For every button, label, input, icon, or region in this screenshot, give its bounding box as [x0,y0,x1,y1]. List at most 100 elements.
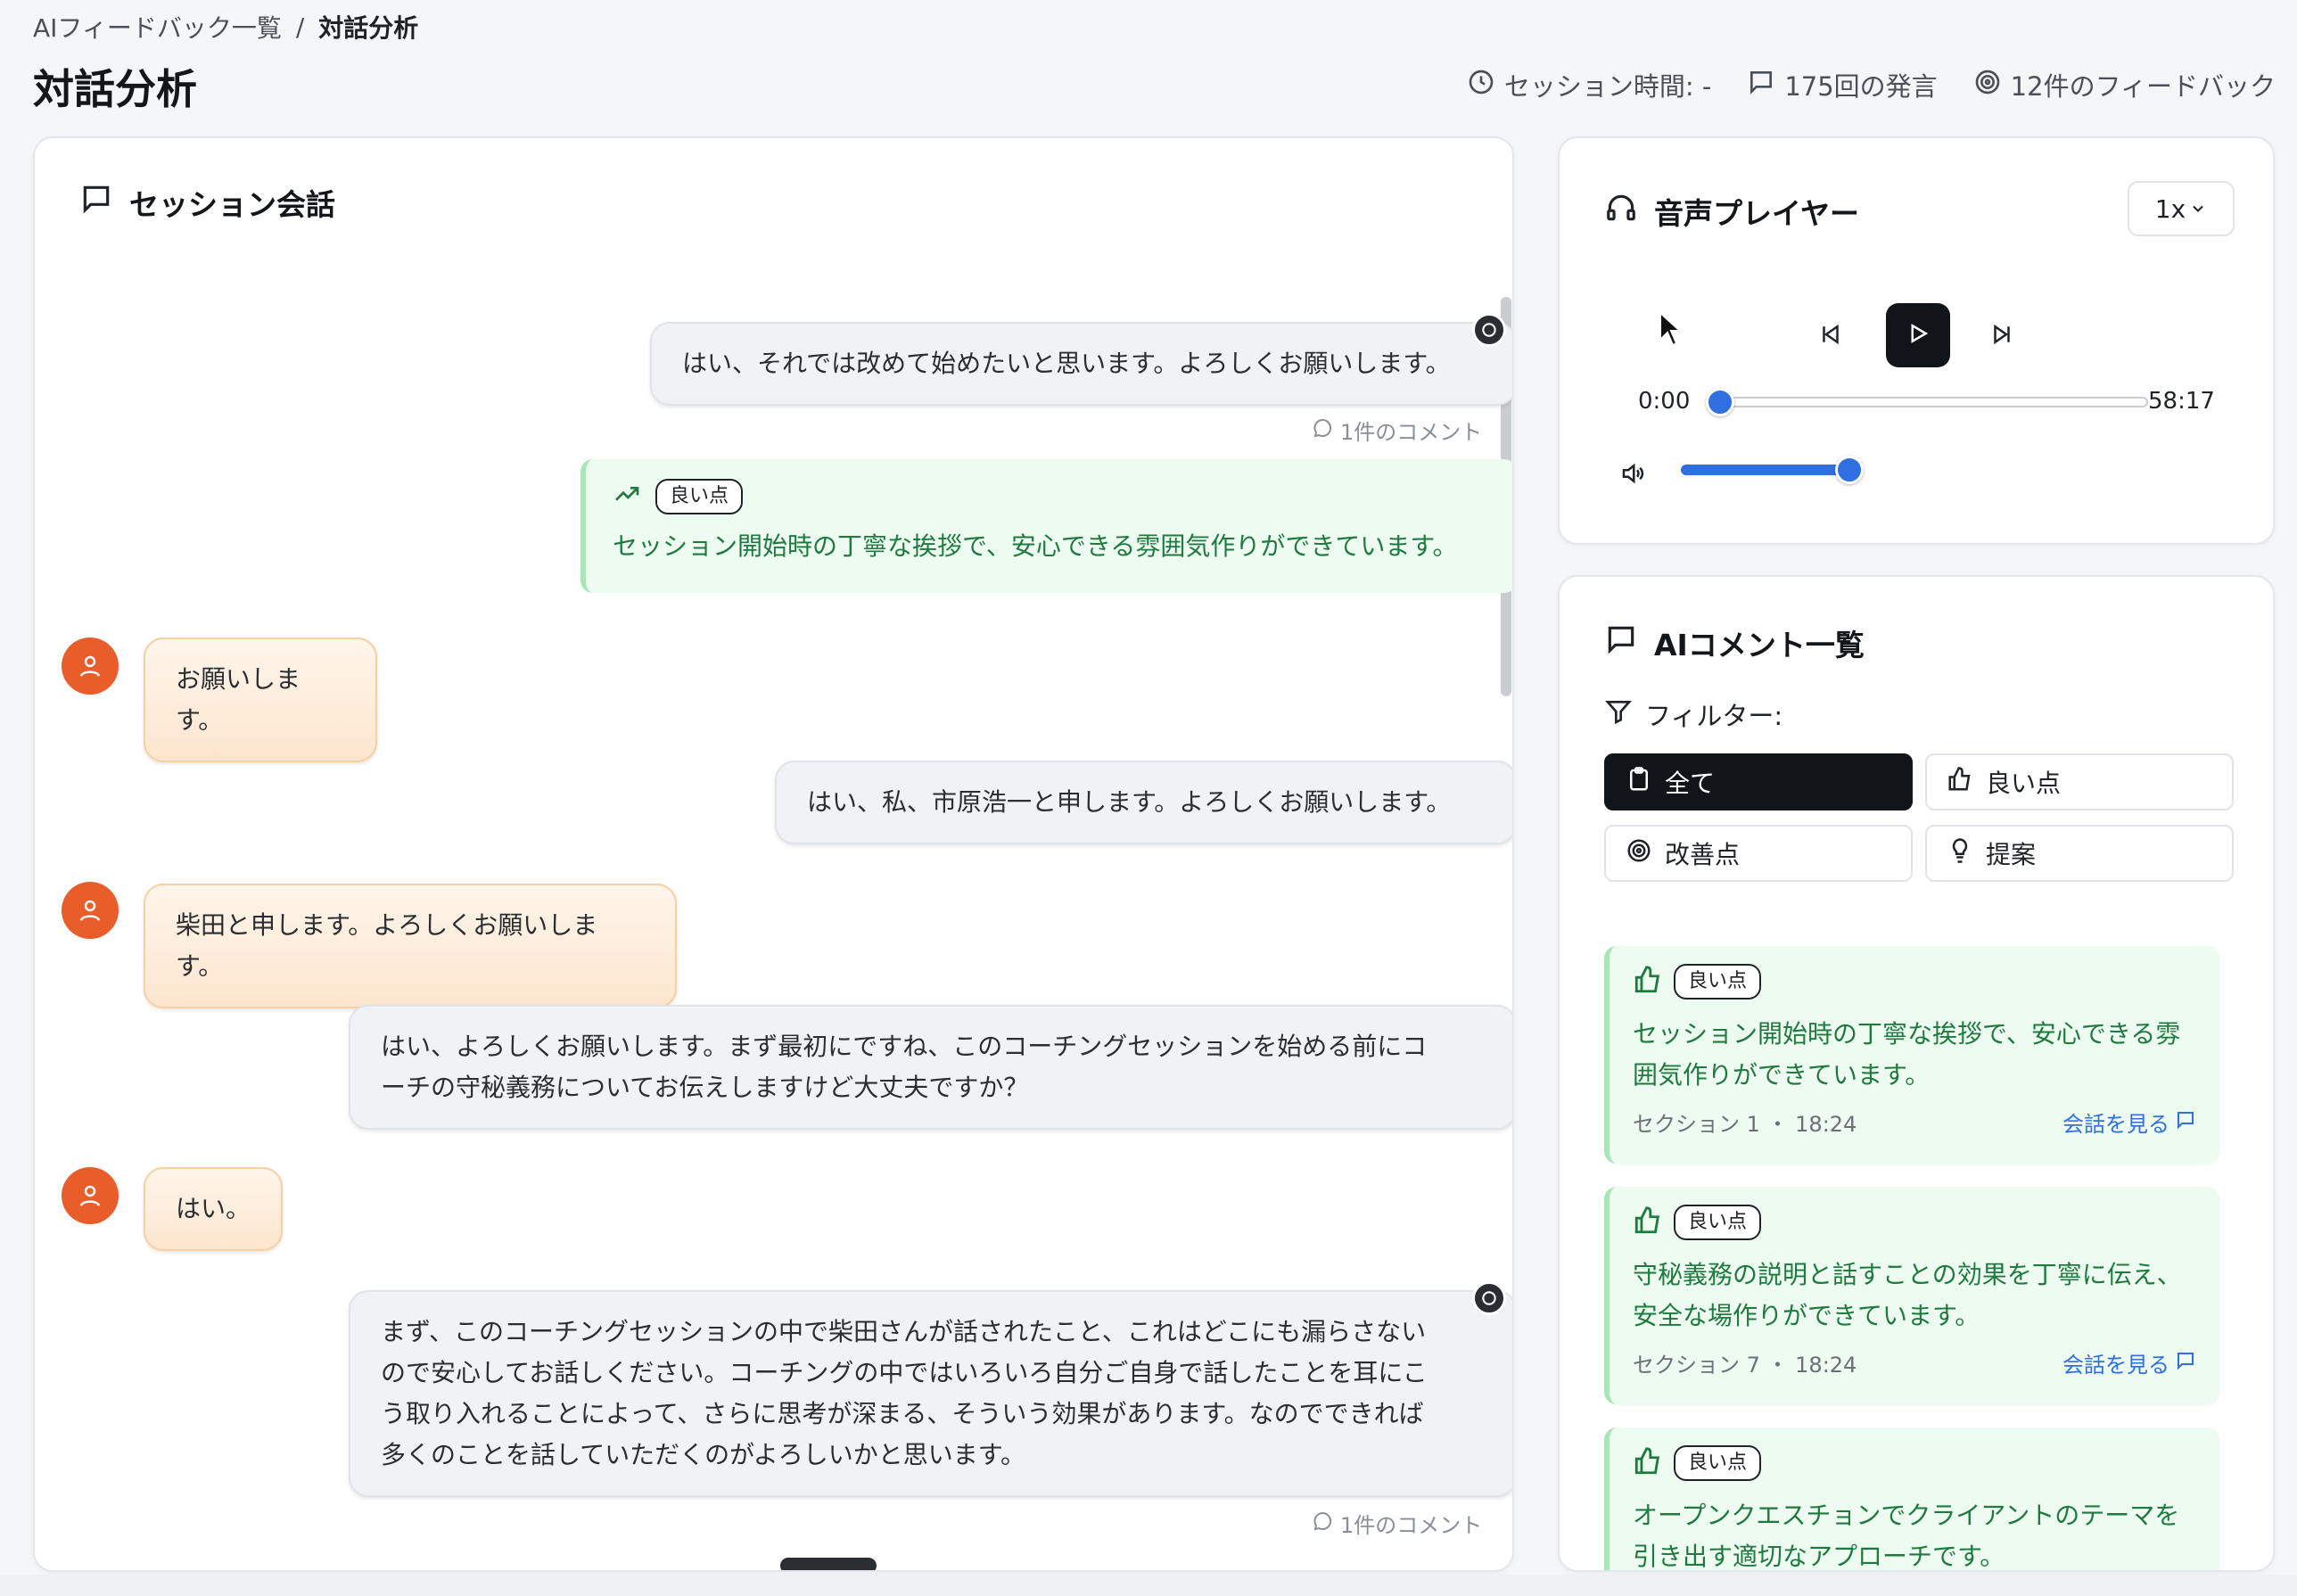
comment-count[interactable]: 1件のコメント [1312,415,1482,446]
filter-all-button[interactable]: 全て [1604,753,1913,810]
comments-title-text: AIコメント一覧 [1654,628,1865,662]
skip-back-icon [1817,321,1844,351]
feedback-card[interactable]: 良い点 セッション開始時の丁寧な挨拶で、安心できる雰 囲気作りができています。 … [1604,946,2219,1164]
speed-value: 1x [2154,193,2186,224]
chevron-down-icon [2189,194,2207,224]
filter-label: 全て [1665,769,1716,798]
message-text: はい。 [176,1194,251,1223]
play-icon [1905,320,1931,350]
coach-message[interactable]: まず、このコーチングセッションの中で柴田さんが話されたこと、これはどこにも漏らさ… [349,1290,1512,1497]
comment-icon [1312,417,1333,444]
feedback-text-line: 安全な場作りができています。 [1633,1301,1980,1330]
current-time: 0:00 [1638,388,1691,415]
feedback-text-line: セッション開始時の丁寧な挨拶で、安心できる雰 [1633,1019,2181,1049]
player-title: 音声プレイヤー [1604,190,1859,233]
filter-label: 良い点 [1986,769,2062,798]
message-icon [2175,1109,2196,1136]
coach-message[interactable]: はい、私、市原浩一と申します。よろしくお願いします。 [775,761,1512,844]
feedback-tag: 良い点 [655,479,744,514]
skip-back-button[interactable] [1811,317,1850,356]
message-icon [1604,622,1638,663]
comment-count-text: 1件のコメント [1340,1513,1483,1538]
feedback-section: セクション 7 ・ 18:24 [1633,1353,1857,1378]
clipboard-icon [1626,766,1652,799]
clock-icon [1467,68,1495,103]
mouse-cursor-icon [1659,311,1682,347]
message-text-line: まず、このコーチングセッションの中で柴田さんが話されたこと、これはどこにも漏らさ… [381,1317,1427,1346]
feedback-tag: 良い点 [1674,1205,1762,1240]
view-conversation-link[interactable]: 会話を見る [2062,1347,2196,1378]
breadcrumb-current: 対話分析 [318,13,419,43]
feedback-section: セクション 1 ・ 18:24 [1633,1112,1857,1137]
message-icon [2175,1350,2196,1377]
message-text-line: ーチの守秘義務についてお伝えしますけど大丈夫ですか？ [381,1073,1029,1102]
lightbulb-icon [1947,837,1973,870]
thumbs-up-icon [1633,1446,1663,1480]
bottom-bar [0,1575,2297,1596]
filter-improve-button[interactable]: 改善点 [1604,825,1913,882]
utterances-stat: 175回の発言 [1747,66,1938,103]
view-conversation-link[interactable]: 会話を見る [2062,1107,2196,1138]
volume-knob[interactable] [1835,456,1864,484]
conversation-panel: セッション会話 はい、それでは改めて始めたいと思います。よろしくお願いします。 … [33,136,1514,1572]
feedback-count-stat: 12件のフィードバック [1973,66,2276,103]
message-icon [79,182,113,223]
feedback-tag: 良い点 [1674,964,1762,1000]
breadcrumb-parent-link[interactable]: AIフィードバック一覧 [33,9,282,45]
feedback-card[interactable]: 良い点 守秘義務の説明と話すことの効果を丁寧に伝え、 安全な場作りができています… [1604,1187,2219,1404]
feedback-text-line: オープンクエスチョンでクライアントのテーマを [1633,1501,2180,1530]
duration: 58:17 [2148,388,2215,415]
comments-title: AIコメント一覧 [1604,621,1865,664]
skip-forward-button[interactable] [1982,317,2021,356]
message-text-line: 多くのことを話していただくのがよろしいかと思います。 [381,1440,1025,1469]
message-text: はい、私、市原浩一と申します。よろしくお願いします。 [807,787,1452,817]
feedback-text-line: 引き出す適切なアプローチです。 [1633,1542,2005,1571]
skip-forward-icon [1988,321,2015,351]
drag-handle[interactable] [780,1558,877,1570]
feedback-card[interactable]: 良い点 オープンクエスチョンでクライアントのテーマを 引き出す適切なアプローチで… [1604,1427,2219,1571]
utterances-text: 175回の発言 [1784,71,1938,102]
filter-label: 提案 [1986,840,2037,869]
conversation-title-text: セッション会話 [129,187,335,222]
conversation-title: セッション会話 [79,181,335,224]
client-message[interactable]: お願いします。 [144,638,377,762]
session-stats: セッション時間: - 175回の発言 12件のフィードバック [1467,66,2276,103]
thumbs-up-icon [1633,1205,1663,1239]
client-avatar [62,638,119,695]
comment-indicator[interactable] [1472,1281,1506,1315]
feedback-text-line: 守秘義務の説明と話すことの効果を丁寧に伝え、 [1633,1260,2182,1289]
headphones-icon [1604,191,1638,232]
comment-icon [1312,1510,1333,1537]
comment-count[interactable]: 1件のコメント [1312,1508,1482,1539]
client-message[interactable]: 柴田と申します。よろしくお願いします。 [144,884,677,1008]
feedback-text-line: 囲気作りができています。 [1633,1060,1931,1090]
comment-count-text: 1件のコメント [1340,420,1483,445]
message-text: お願いします。 [176,664,301,735]
page-title: 対話分析 [33,65,197,113]
filter-label: 改善点 [1665,840,1741,869]
client-message[interactable]: はい。 [144,1167,283,1251]
filter-suggest-button[interactable]: 提案 [1925,825,2234,882]
audio-player-panel: 音声プレイヤー 1x 0:00 58:17 [1558,136,2275,545]
thumbs-up-icon [1947,766,1973,799]
session-time-text: セッション時間: - [1503,71,1712,102]
coach-message[interactable]: はい、それでは改めて始めたいと思います。よろしくお願いします。 [650,322,1512,406]
inline-feedback: 良い点 セッション開始時の丁寧な挨拶で、安心できる雰囲気作りができています。 [580,459,1512,593]
trending-up-icon [613,480,641,514]
coach-message[interactable]: はい、よろしくお願いします。まず最初にですね、このコーチングセッションを始める前… [349,1005,1512,1130]
filter-good-button[interactable]: 良い点 [1925,753,2234,810]
progress-track[interactable] [1720,397,2148,407]
view-conversation-text: 会話を見る [2062,1112,2169,1137]
comment-indicator[interactable] [1472,313,1506,347]
client-avatar [62,882,119,939]
volume-slider[interactable] [1681,465,1849,475]
volume-button[interactable] [1613,456,1652,495]
progress-knob[interactable] [1706,388,1734,416]
player-title-text: 音声プレイヤー [1654,196,1860,231]
message-text: 柴田と申します。よろしくお願いします。 [176,910,598,981]
message-text: はい、それでは改めて始めたいと思います。よろしくお願いします。 [682,349,1451,378]
client-avatar [62,1167,119,1224]
playback-speed-select[interactable]: 1x [2128,181,2235,236]
target-icon [1626,837,1652,870]
play-button[interactable] [1886,303,1950,367]
